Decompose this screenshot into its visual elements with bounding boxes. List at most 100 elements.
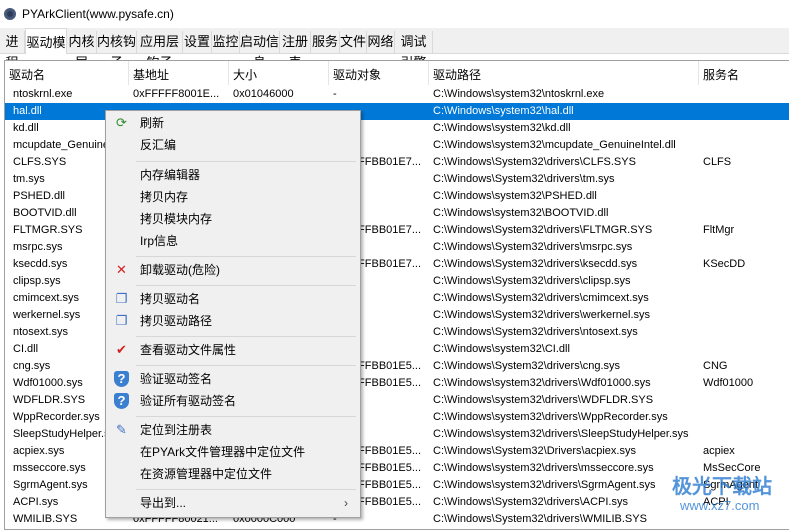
app-logo-icon (4, 8, 16, 20)
menu-item[interactable]: 内存编辑器 (108, 164, 358, 186)
properties-icon: ✔ (116, 342, 127, 357)
menu-item[interactable]: 反汇编 (108, 134, 358, 156)
table-row[interactable]: ntoskrnl.exe 0xFFFFF8001E... 0x01046000 - C:… (5, 86, 789, 103)
tab-5[interactable]: 设置 (183, 31, 212, 53)
cell-service (699, 273, 789, 290)
menu-item[interactable]: ✎ 定位到注册表 (108, 419, 358, 441)
menu-item[interactable]: 拷贝模块内存 (108, 208, 358, 230)
column-header[interactable]: 驱动名 (5, 61, 129, 85)
cell-service (699, 324, 789, 341)
menu-item-label: 查看驱动文件属性 (140, 343, 237, 357)
menu-item[interactable]: ✕ 卸载驱动(危险) (108, 259, 358, 281)
tab-0[interactable]: 进程 (0, 31, 25, 70)
cell-service: FltMgr (703, 224, 735, 236)
cell-path: C:\Windows\System32\drivers\cng.sys (433, 360, 621, 372)
copy-icon: ❐ (115, 313, 128, 328)
menu-item[interactable]: ⟳ 刷新 (108, 112, 358, 134)
column-header[interactable]: 驱动对象 (329, 61, 429, 85)
cell-path: C:\Windows\System32\drivers\FLTMGR.SYS (433, 224, 653, 236)
registry-icon: ✎ (116, 422, 127, 437)
menu-item[interactable]: ✔ 查看驱动文件属性 (108, 339, 358, 361)
menu-item-label: 在PYArk文件管理器中定位文件 (140, 445, 306, 459)
cell-service (699, 205, 789, 222)
cell-service (699, 307, 789, 324)
cell-service (699, 341, 789, 358)
menu-item-label: 内存编辑器 (140, 168, 201, 182)
tab-3[interactable]: 内核钩子 (97, 31, 137, 70)
cell-path: C:\Windows\System32\Drivers\acpiex.sys (433, 445, 636, 457)
menu-separator (136, 365, 356, 366)
menu-separator (136, 256, 356, 257)
tab-6[interactable]: 监控 (212, 31, 240, 53)
cell-name: ntoskrnl.exe (13, 88, 73, 100)
tab-2[interactable]: 内核层 (67, 31, 97, 70)
list-header: 驱动名 基地址 大小 驱动对象 驱动路径 服务名 (5, 61, 789, 85)
menu-item[interactable]: 在PYArk文件管理器中定位文件 (108, 441, 358, 463)
cell-service: CLFS (703, 156, 732, 168)
cell-path: C:\Windows\System32\drivers\clipsp.sys (433, 275, 631, 287)
tab-7[interactable]: 启动信息 (240, 31, 280, 70)
cell-path: C:\Windows\System32\drivers\cmimcext.sys (433, 292, 649, 304)
cell-service (699, 290, 789, 307)
cell-service: SgrmAgent (703, 479, 759, 491)
menu-item[interactable]: ❐ 拷贝驱动名 (108, 288, 358, 310)
cell-service (699, 103, 789, 120)
cell-service: MsSecCore (703, 462, 761, 474)
context-menu: ⟳ 刷新反汇编内存编辑器拷贝内存拷贝模块内存 Irp信息 ✕ 卸载驱动(危险) ❐ 拷贝驱动… (105, 110, 361, 518)
cell-path: C:\Windows\System32\drivers\ntosext.sys (433, 326, 638, 338)
menu-item[interactable]: Irp信息 (108, 230, 358, 252)
cell-service (699, 511, 789, 528)
cell-service: KSecDD (703, 258, 746, 270)
menu-item-label: 卸载驱动(危险) (140, 263, 220, 277)
tab-8[interactable]: 注册表 (280, 31, 311, 70)
copy-icon: ❐ (115, 291, 128, 306)
menu-separator (136, 285, 356, 286)
delete-x-icon: ✕ (116, 262, 127, 277)
tab-10[interactable]: 文件 (340, 31, 367, 53)
cell-path: C:\Windows\system32\drivers\WDFLDR.SYS (433, 394, 654, 406)
cell-path: C:\Windows\system32\PSHED.dll (433, 190, 597, 202)
menu-item[interactable]: 在资源管理器中定位文件 (108, 463, 358, 485)
column-header[interactable]: 服务名 (699, 61, 789, 85)
shield-question-icon: ? (114, 393, 129, 409)
cell-size: 0x01046000 (233, 88, 294, 100)
column-header[interactable]: 大小 (229, 61, 329, 85)
menu-item-label: 拷贝模块内存 (140, 212, 213, 226)
cell-path: C:\Windows\system32\mcupdate_GenuineInte… (433, 139, 676, 151)
tab-4[interactable]: 应用层钩子 (137, 31, 183, 70)
menu-item[interactable]: 拷贝内存 (108, 186, 358, 208)
tab-1[interactable]: 驱动模块 (25, 28, 67, 78)
window-title: PYArkClient(www.pysafe.cn) (22, 7, 174, 21)
cell-service (699, 137, 789, 154)
column-header[interactable]: 驱动路径 (429, 61, 699, 85)
cell-path: C:\Windows\system32\CI.dll (433, 343, 570, 355)
menu-item[interactable]: ❐ 拷贝驱动路径 (108, 310, 358, 332)
chevron-right-icon: › (344, 496, 348, 510)
menu-item[interactable]: ? 验证所有驱动签名 (108, 390, 358, 412)
menu-item-label: 验证所有驱动签名 (140, 394, 237, 408)
menu-item[interactable]: ? 验证驱动签名 (108, 368, 358, 390)
cell-path: C:\Windows\System32\drivers\msrpc.sys (433, 241, 633, 253)
menu-separator (136, 336, 356, 337)
menu-item[interactable]: 导出到... › (108, 492, 358, 514)
menu-item-label: 在资源管理器中定位文件 (140, 467, 273, 481)
tab-9[interactable]: 服务 (311, 31, 340, 53)
menu-item-label: 刷新 (140, 116, 165, 130)
cell-service (699, 426, 789, 443)
tab-12[interactable]: 调试引擎 (395, 31, 433, 70)
cell-service (699, 86, 789, 103)
shield-question-icon: ? (114, 371, 129, 387)
tab-bar: 进程驱动模块内核层内核钩子应用层钩子设置监控启动信息注册表服务文件网络调试引擎 (0, 28, 789, 78)
cell-path: C:\Windows\System32\drivers\ACPI.sys (433, 496, 628, 508)
tab-11[interactable]: 网络 (367, 31, 395, 53)
cell-service (699, 171, 789, 188)
menu-item-label: 反汇编 (140, 138, 177, 152)
cell-path: C:\Windows\system32\BOOTVID.dll (433, 207, 609, 219)
cell-path: C:\Windows\system32\ntoskrnl.exe (433, 88, 605, 100)
cell-service: CNG (703, 360, 728, 372)
menu-separator (136, 416, 356, 417)
cell-service (699, 392, 789, 409)
column-header[interactable]: 基地址 (129, 61, 229, 85)
cell-service: ACPI (703, 496, 729, 508)
menu-item-label: 导出到... (140, 496, 187, 510)
